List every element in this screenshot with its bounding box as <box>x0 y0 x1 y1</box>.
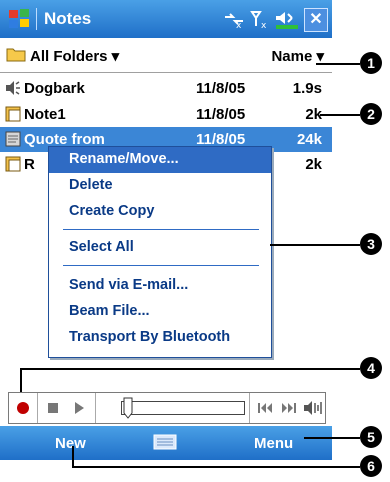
callout-line <box>72 466 360 468</box>
callout-line <box>320 114 360 116</box>
menu-button[interactable]: Menu <box>254 435 293 452</box>
toolbar-divider <box>37 393 38 423</box>
file-row[interactable]: Note1 11/8/05 2k <box>0 102 332 127</box>
file-date: 11/8/05 <box>196 106 246 123</box>
skip-back-icon[interactable] <box>253 395 277 421</box>
windows-start-icon[interactable] <box>6 6 32 32</box>
callout-line <box>316 63 360 65</box>
title-separator <box>36 8 37 30</box>
callout-line <box>270 244 360 246</box>
toolbar-divider <box>95 393 96 423</box>
file-size: 2k <box>305 156 322 173</box>
toolbar-divider <box>249 393 250 423</box>
svg-text:x: x <box>236 21 242 29</box>
callout-badge: 5 <box>360 426 382 448</box>
svg-text:x: x <box>261 21 267 29</box>
app-title: Notes <box>44 9 92 28</box>
recording-toolbar <box>8 392 326 424</box>
callout-line <box>72 446 74 468</box>
connectivity-icon[interactable]: x <box>222 9 246 29</box>
callout-badge: 2 <box>360 103 382 125</box>
callout-badge: 6 <box>360 455 382 477</box>
seek-bar[interactable] <box>121 401 245 415</box>
menu-item-delete[interactable]: Delete <box>49 173 271 199</box>
volume-battery-icon[interactable] <box>274 9 300 29</box>
menu-item-create-copy[interactable]: Create Copy <box>49 199 271 225</box>
signal-off-icon[interactable]: x <box>250 9 272 29</box>
file-name: Dogbark <box>24 80 85 97</box>
file-date: 11/8/05 <box>196 80 246 97</box>
folder-icon <box>6 48 26 62</box>
note-icon <box>5 156 21 172</box>
seek-thumb[interactable] <box>123 397 133 419</box>
pocketpc-screen: Notes x x ✕ All Folders ▾ Name ▾ Dogbark <box>0 0 332 482</box>
file-name: R <box>24 156 35 173</box>
file-row[interactable]: Dogbark 11/8/05 1.9s <box>0 76 332 101</box>
callout-line <box>20 368 360 370</box>
stop-icon[interactable] <box>41 395 65 421</box>
callout-line <box>304 437 360 439</box>
file-name: Note1 <box>24 106 66 123</box>
callout-badge: 3 <box>360 233 382 255</box>
file-size: 24k <box>296 131 322 148</box>
play-icon[interactable] <box>67 395 91 421</box>
folder-dropdown[interactable]: All Folders ▾ <box>30 47 119 65</box>
menu-separator <box>63 229 259 230</box>
menu-item-transport-bluetooth[interactable]: Transport By Bluetooth <box>49 325 271 351</box>
menu-item-select-all[interactable]: Select All <box>49 235 271 261</box>
speaker-icon <box>6 81 20 95</box>
skip-forward-icon[interactable] <box>277 395 301 421</box>
context-menu: Rename/Move... Delete Create Copy Select… <box>48 146 272 358</box>
callout-badge: 4 <box>360 357 382 379</box>
note-icon <box>5 106 21 122</box>
folder-header: All Folders ▾ Name ▾ <box>0 38 332 73</box>
callout-line <box>20 368 22 392</box>
menu-item-send-email[interactable]: Send via E-mail... <box>49 273 271 299</box>
volume-icon[interactable] <box>301 395 325 421</box>
new-button[interactable]: New <box>55 435 86 452</box>
keyboard-icon[interactable] <box>152 432 178 452</box>
menu-item-beam-file[interactable]: Beam File... <box>49 299 271 325</box>
file-size: 1.9s <box>292 80 322 97</box>
soft-key-bar: New Menu <box>0 426 332 460</box>
menu-item-rename-move[interactable]: Rename/Move... <box>49 147 271 173</box>
note-icon <box>5 131 21 147</box>
callout-badge: 1 <box>360 52 382 74</box>
close-button[interactable]: ✕ <box>304 8 328 32</box>
title-bar: Notes x x ✕ <box>0 0 332 38</box>
record-button-icon[interactable] <box>11 395 35 421</box>
menu-separator <box>63 265 259 266</box>
